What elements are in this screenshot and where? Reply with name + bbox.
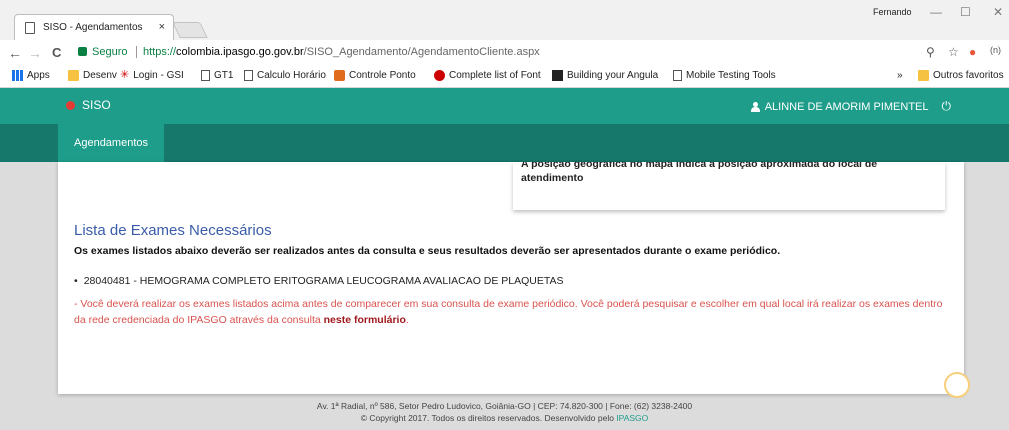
cast-icon[interactable]: ⚲ xyxy=(926,45,935,59)
bookmark-label: Login - GSI xyxy=(133,70,184,81)
page-icon xyxy=(201,70,210,81)
bookmark-font-list[interactable]: Complete list of Font xyxy=(434,70,541,81)
apps-grid-icon xyxy=(12,70,23,81)
map-note: A posição geográfica no mapa indica a po… xyxy=(513,162,945,210)
calendar-icon xyxy=(334,70,345,81)
copyright-text: © Copyright 2017. Todos os direitos rese… xyxy=(360,413,617,423)
extension-icon-2[interactable]: (n) xyxy=(990,45,1001,55)
url-host: colombia.ipasgo.go.gov.br xyxy=(176,46,304,58)
page-icon xyxy=(673,70,682,81)
bookmark-label: Mobile Testing Tools xyxy=(686,70,776,81)
folder-icon xyxy=(918,70,929,81)
bookmarks-bar: Apps Desenv ✳ Login - GSI GT1 Calculo Hor… xyxy=(0,66,1009,88)
bookmark-star-icon[interactable]: ☆ xyxy=(948,45,959,59)
secure-label: Seguro xyxy=(92,46,128,58)
developer-link[interactable]: IPASGO xyxy=(616,413,648,423)
url-path: /SISO_Agendamento/AgendamentoCliente.asp… xyxy=(303,46,540,58)
map-note-line2: atendimento xyxy=(521,172,584,184)
warning-text: - Você deverá realizar os exames listado… xyxy=(74,298,943,326)
bookmarks-overflow[interactable]: » xyxy=(897,70,903,81)
asterisk-icon: ✳ xyxy=(120,69,130,81)
brand-link[interactable]: SISO xyxy=(82,98,111,112)
bookmark-label: Complete list of Font xyxy=(449,70,541,81)
footer-copyright: © Copyright 2017. Todos os direitos rese… xyxy=(0,412,1009,424)
divider xyxy=(136,46,137,58)
footer-address: Av. 1ª Radial, nº 586, Setor Pedro Ludov… xyxy=(316,401,693,411)
exam-list: 28040481 - HEMOGRAMA COMPLETO ERITOGRAMA… xyxy=(74,275,564,287)
bookmark-calculo-horario[interactable]: Calculo Horário xyxy=(244,70,326,81)
bookmark-angular[interactable]: Building your Angula xyxy=(552,70,658,81)
warning-end: . xyxy=(405,314,409,326)
map-note-line1: A posição geográfica no mapa indica a po… xyxy=(521,162,878,170)
bookmark-apps[interactable]: Apps xyxy=(12,70,50,81)
main-nav: Agendamentos xyxy=(0,124,1009,162)
tab-close-icon[interactable]: × xyxy=(159,21,165,33)
bookmark-mobile-testing[interactable]: Mobile Testing Tools xyxy=(673,70,776,81)
form-link[interactable]: neste formulário xyxy=(324,314,406,326)
bookmark-outros[interactable]: Outros favoritos xyxy=(918,70,1004,81)
browser-tab-strip: SISO - Agendamentos × Fernando — ☐ ✕ xyxy=(0,0,1009,40)
bookmark-label: GT1 xyxy=(214,70,234,81)
new-tab-button[interactable] xyxy=(172,22,208,38)
section-subtitle: Os exames listados abaixo deverão ser re… xyxy=(74,245,781,257)
bookmark-controle-ponto[interactable]: Controle Ponto xyxy=(334,70,416,81)
section-title: Lista de Exames Necessários xyxy=(74,222,272,239)
bookmark-login-gsi[interactable]: ✳ Login - GSI xyxy=(120,69,184,82)
bookmark-label: Controle Ponto xyxy=(349,70,416,81)
power-icon[interactable]: ⏻ xyxy=(942,99,952,114)
maximize-icon[interactable]: ☐ xyxy=(960,5,971,19)
minimize-icon[interactable]: — xyxy=(930,5,942,19)
logo-icon xyxy=(66,101,75,110)
reload-icon[interactable]: C xyxy=(52,45,61,60)
bookmark-desenv[interactable]: Desenv xyxy=(68,70,117,81)
browser-tab[interactable]: SISO - Agendamentos × xyxy=(14,14,174,40)
nav-item-agendamentos[interactable]: Agendamentos xyxy=(58,124,164,162)
close-window-icon[interactable]: ✕ xyxy=(993,5,1003,19)
user-name: ALINNE DE AMORIM PIMENTEL xyxy=(764,100,929,113)
list-item: 28040481 - HEMOGRAMA COMPLETO ERITOGRAMA… xyxy=(74,275,564,287)
bookmark-label: Building your Angula xyxy=(567,70,659,81)
back-icon[interactable]: ← xyxy=(8,45,22,61)
angular-icon xyxy=(552,70,563,81)
tab-title: SISO - Agendamentos xyxy=(43,22,143,33)
url-field[interactable]: https://colombia.ipasgo.go.gov.br/SISO_A… xyxy=(143,46,540,58)
forward-icon[interactable]: → xyxy=(28,45,42,61)
user-menu[interactable]: ALINNE DE AMORIM PIMENTEL ⏻ xyxy=(750,99,952,114)
page-icon xyxy=(25,21,35,34)
folder-icon xyxy=(68,70,79,81)
scroll-top-button[interactable] xyxy=(944,372,970,398)
bookmark-label: Desenv xyxy=(83,70,117,81)
user-icon xyxy=(750,101,760,112)
red-dot-icon xyxy=(434,70,445,81)
url-scheme: https:// xyxy=(143,46,177,58)
address-bar: ← → C Seguro https://colombia.ipasgo.go.… xyxy=(0,40,1009,66)
page-icon xyxy=(244,70,253,81)
bookmark-gt1[interactable]: GT1 xyxy=(201,70,233,81)
bookmark-label: Outros favoritos xyxy=(933,70,1004,81)
app-header: SISO ALINNE DE AMORIM PIMENTEL ⏻ xyxy=(0,88,1009,124)
warning-message: - Você deverá realizar os exames listado… xyxy=(74,296,944,328)
bookmark-label: Calculo Horário xyxy=(257,70,326,81)
bookmark-label: Apps xyxy=(27,70,50,81)
extension-icon[interactable]: ● xyxy=(969,45,976,59)
profile-name[interactable]: Fernando xyxy=(873,7,912,17)
lock-icon xyxy=(78,47,87,56)
footer: Av. 1ª Radial, nº 586, Setor Pedro Ludov… xyxy=(0,400,1009,424)
